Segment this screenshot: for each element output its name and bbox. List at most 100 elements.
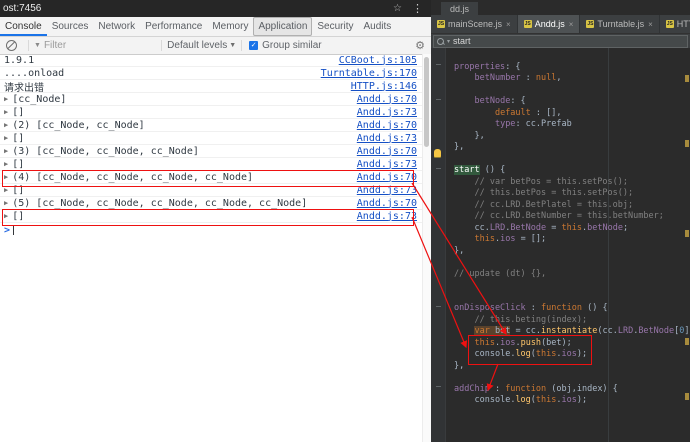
source-link[interactable]: Andd.js:73 bbox=[357, 211, 423, 222]
source-link[interactable]: HTTP.js:146 bbox=[351, 81, 423, 92]
console-message: [] bbox=[12, 106, 25, 118]
code-line: properties: { bbox=[454, 61, 521, 72]
clear-console-button[interactable] bbox=[6, 40, 17, 51]
console-message: [cc_Node] bbox=[12, 93, 67, 105]
settings-gear-icon[interactable]: ⚙ bbox=[415, 39, 425, 52]
console-row: ▶ (3) [cc_Node, cc_Node, cc_Node] Andd.js:… bbox=[0, 145, 423, 158]
console-prompt[interactable]: > bbox=[0, 223, 427, 237]
ide-window-tab[interactable]: dd.js bbox=[441, 2, 479, 15]
search-history-chevron-icon[interactable]: ▾ bbox=[447, 38, 450, 45]
console-message: ....onload bbox=[4, 67, 65, 79]
editor-tab-label: HTTP bbox=[676, 19, 690, 29]
source-link[interactable]: Turntable.js:170 bbox=[321, 68, 423, 79]
devtools-tab-memory[interactable]: Memory bbox=[207, 17, 253, 36]
chevron-down-icon: ▼ bbox=[229, 42, 237, 49]
js-file-icon: JS bbox=[665, 20, 674, 28]
source-link[interactable]: Andd.js:70 bbox=[357, 198, 423, 209]
fold-marker[interactable] bbox=[436, 99, 441, 100]
devtools-tab-bar: Console Sources Network Performance Memory Ap… bbox=[0, 17, 431, 37]
code-line: type: cc.Prefab bbox=[494, 119, 572, 129]
disclosure-triangle-icon[interactable]: ▶ bbox=[4, 160, 8, 168]
error-stripe-mark[interactable] bbox=[685, 140, 689, 147]
fold-marker[interactable] bbox=[436, 64, 441, 65]
console-row: ▶ (2) [cc_Node, cc_Node] Andd.js:70 bbox=[0, 119, 423, 132]
code-line: onDisposeClick : function () { bbox=[454, 303, 608, 313]
source-link[interactable]: Andd.js:73 bbox=[357, 159, 423, 170]
close-tab-icon[interactable]: × bbox=[648, 20, 653, 29]
editor-tab-label: Turntable.js bbox=[597, 19, 645, 29]
filter-funnel-icon: ▼ bbox=[34, 42, 41, 49]
kebab-menu-icon[interactable]: ⋮ bbox=[412, 2, 423, 15]
devtools-tab-security[interactable]: Security bbox=[312, 17, 358, 36]
source-link[interactable]: Andd.js:70 bbox=[357, 94, 423, 105]
devtools-tab-performance[interactable]: Performance bbox=[140, 17, 207, 36]
url-text: ost:7456 bbox=[3, 3, 42, 14]
editor-tab-label: Andd.js bbox=[534, 19, 565, 29]
source-link[interactable]: Andd.js:70 bbox=[357, 120, 423, 131]
source-link[interactable]: Andd.js:70 bbox=[357, 172, 423, 183]
filter-input[interactable]: Filter bbox=[44, 40, 66, 51]
source-link[interactable]: Andd.js:73 bbox=[357, 107, 423, 118]
code-line: console.log(this.ios); bbox=[474, 349, 588, 359]
group-similar-checkbox[interactable]: ✓ bbox=[249, 41, 259, 50]
devtools-tab-console[interactable]: Console bbox=[0, 17, 47, 36]
disclosure-triangle-icon[interactable]: ▶ bbox=[4, 134, 8, 142]
source-link[interactable]: Andd.js:73 bbox=[357, 185, 423, 196]
fold-marker[interactable] bbox=[436, 306, 441, 307]
find-bar: ▾ start bbox=[431, 34, 690, 49]
fold-marker[interactable] bbox=[436, 168, 441, 169]
code-line: // cc.LRD.BetPlatel = this.obj; bbox=[474, 199, 634, 210]
code-line: default : [], bbox=[494, 107, 562, 118]
error-stripe-mark[interactable] bbox=[685, 393, 689, 400]
console-message: [] bbox=[12, 132, 25, 144]
disclosure-triangle-icon[interactable]: ▶ bbox=[4, 147, 8, 155]
source-link[interactable]: Andd.js:73 bbox=[357, 133, 423, 144]
error-stripe-mark[interactable] bbox=[685, 75, 689, 82]
console-row: ▶ [] Andd.js:73 bbox=[0, 132, 423, 145]
source-link[interactable]: Andd.js:70 bbox=[357, 146, 423, 157]
console-scrollbar[interactable] bbox=[422, 54, 431, 442]
editor-gutter bbox=[431, 48, 446, 442]
toolbar-divider bbox=[28, 40, 29, 51]
code-editor[interactable]: properties: { betNumber : null, betNode:… bbox=[431, 48, 690, 442]
editor-tab-turntable[interactable]: JS Turntable.js × bbox=[580, 15, 660, 33]
devtools-tab-network[interactable]: Network bbox=[93, 17, 140, 36]
ide-title-bar: dd.js bbox=[431, 0, 690, 15]
source-link[interactable]: CCBoot.js:105 bbox=[339, 55, 423, 66]
scrollbar-thumb[interactable] bbox=[424, 57, 429, 147]
editor-tab-mainscene[interactable]: JS mainScene.js × bbox=[431, 15, 518, 33]
console-row: ▶ [cc_Node] Andd.js:70 bbox=[0, 93, 423, 106]
code-line: cc.LRD.BetNode = this.betNode; bbox=[454, 222, 629, 233]
error-stripe-mark[interactable] bbox=[685, 338, 689, 345]
disclosure-triangle-icon[interactable]: ▶ bbox=[4, 121, 8, 129]
disclosure-triangle-icon[interactable]: ▶ bbox=[4, 186, 8, 194]
close-tab-icon[interactable]: × bbox=[569, 20, 574, 29]
intention-bulb-icon[interactable] bbox=[434, 149, 441, 157]
disclosure-triangle-icon[interactable]: ▶ bbox=[4, 108, 8, 116]
editor-tab-http[interactable]: JSHTTP× bbox=[660, 15, 690, 33]
console-message: [] bbox=[12, 158, 25, 170]
console-row: ▶ [] Andd.js:73 bbox=[0, 210, 423, 223]
window-title-bar: ost:7456 ☆ ⋮ bbox=[0, 0, 431, 17]
disclosure-triangle-icon[interactable]: ▶ bbox=[4, 95, 8, 103]
console-message: (4) [cc_Node, cc_Node, cc_Node, cc_Node] bbox=[12, 171, 254, 183]
disclosure-triangle-icon[interactable]: ▶ bbox=[4, 212, 8, 220]
disclosure-triangle-icon[interactable]: ▶ bbox=[4, 199, 8, 207]
bookmark-star-icon[interactable]: ☆ bbox=[393, 3, 402, 14]
devtools-tab-application[interactable]: Application bbox=[253, 17, 313, 36]
search-input[interactable]: ▾ start bbox=[433, 34, 688, 48]
fold-marker[interactable] bbox=[436, 386, 441, 387]
close-tab-icon[interactable]: × bbox=[506, 20, 511, 29]
devtools-tab-audits[interactable]: Audits bbox=[359, 17, 397, 36]
devtools-tab-sources[interactable]: Sources bbox=[47, 17, 94, 36]
editor-tab-andd[interactable]: JS Andd.js × bbox=[517, 15, 581, 33]
log-levels-dropdown[interactable]: Default levels bbox=[167, 40, 227, 51]
error-stripe-mark[interactable] bbox=[685, 230, 689, 237]
console-message: 请求出错 bbox=[4, 82, 44, 94]
disclosure-triangle-icon[interactable]: ▶ bbox=[4, 173, 8, 181]
console-row: ▶ (4) [cc_Node, cc_Node, cc_Node, cc_Node… bbox=[0, 171, 423, 184]
console-message: [] bbox=[12, 210, 25, 222]
